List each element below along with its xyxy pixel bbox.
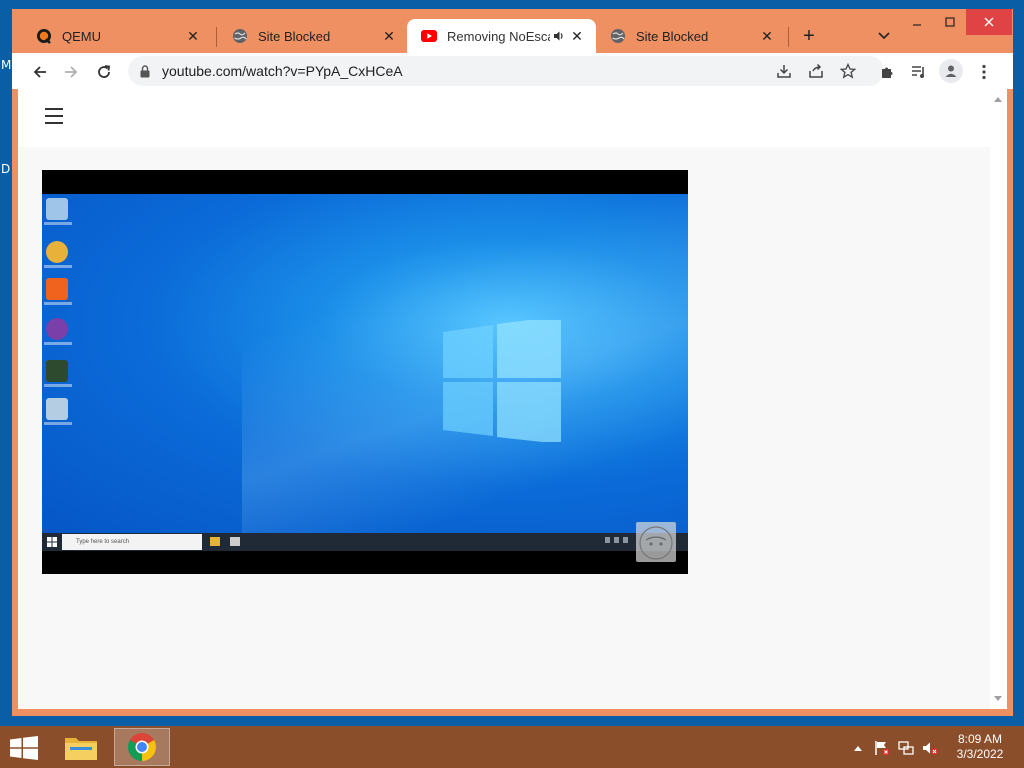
tab-search-button[interactable] — [874, 26, 894, 46]
close-icon[interactable]: ✕ — [568, 27, 586, 45]
youtube-header — [18, 89, 990, 147]
folder-icon — [210, 537, 220, 546]
close-icon[interactable]: ✕ — [758, 27, 776, 45]
page-content: Type here to search — [18, 89, 990, 709]
minimize-button[interactable] — [900, 9, 933, 35]
store-icon — [230, 537, 240, 546]
hamburger-menu-icon[interactable] — [45, 108, 63, 124]
media-control-icon[interactable] — [905, 58, 933, 86]
clock-time: 8:09 AM — [957, 732, 1003, 746]
share-icon[interactable] — [803, 58, 829, 84]
video-tray — [605, 537, 635, 546]
chrome-taskbar-icon[interactable] — [114, 728, 170, 766]
show-hidden-icons-icon[interactable] — [850, 740, 866, 756]
system-clock[interactable]: 8:09 AM 3/3/2022 — [946, 732, 1014, 762]
brave-icon — [46, 278, 68, 300]
close-icon[interactable]: ✕ — [380, 27, 398, 45]
browser-toolbar: youtube.com/watch?v=PYpA_CxHCeA — [12, 53, 1013, 89]
speaker-icon[interactable] — [550, 27, 568, 45]
channel-watermark[interactable] — [636, 522, 676, 562]
forward-button[interactable] — [57, 58, 85, 86]
windows-logo-icon — [443, 320, 561, 442]
file-explorer-icon[interactable] — [53, 728, 109, 766]
start-icon — [47, 537, 57, 547]
tab-site-blocked[interactable]: Site Blocked ✕ — [218, 19, 408, 53]
window-close-button[interactable] — [966, 9, 1012, 35]
qemu-icon — [36, 28, 52, 44]
tab-separator — [788, 27, 789, 47]
desktop-icon-label: M — [1, 58, 12, 72]
bookmark-star-icon[interactable] — [835, 58, 861, 84]
profile-avatar-icon[interactable] — [939, 59, 963, 83]
video-player[interactable]: Type here to search — [42, 170, 688, 574]
clock-date: 3/3/2022 — [956, 747, 1004, 761]
github-icon — [46, 318, 68, 340]
maximize-button[interactable] — [933, 9, 966, 35]
windows-taskbar: 8:09 AM 3/3/2022 — [0, 726, 1024, 768]
terminal-icon — [46, 360, 68, 382]
close-icon[interactable]: ✕ — [184, 27, 202, 45]
tab-title: Site Blocked — [636, 28, 709, 44]
network-status-icon[interactable] — [898, 740, 914, 756]
video-frame-desktop — [42, 194, 688, 534]
scroll-up-arrow[interactable] — [994, 97, 1002, 102]
globe-icon — [610, 28, 626, 44]
back-button[interactable] — [26, 58, 54, 86]
lock-icon[interactable] — [138, 63, 152, 79]
tab-title: QEMU — [62, 28, 101, 44]
menu-kebab-icon[interactable] — [970, 58, 998, 86]
globe-icon — [232, 28, 248, 44]
desktop-icon-label: D — [1, 162, 11, 176]
tab-qemu[interactable]: QEMU ✕ — [22, 19, 212, 53]
page-scrollbar[interactable] — [990, 89, 1007, 709]
youtube-icon — [421, 28, 437, 44]
install-app-icon[interactable] — [771, 58, 797, 84]
tab-title: Site Blocked — [258, 28, 331, 44]
windows-start-icon[interactable] — [10, 736, 38, 760]
browser-window: QEMU ✕ Site Blocked ✕ Removing NoEscape … — [12, 9, 1013, 716]
tab-strip: QEMU ✕ Site Blocked ✕ Removing NoEscape … — [12, 9, 1013, 53]
tab-separator — [216, 27, 217, 47]
video-frame-taskbar: Type here to search — [42, 533, 688, 551]
new-tab-button[interactable]: + — [797, 24, 821, 48]
tab-youtube[interactable]: Removing NoEscape ✕ — [407, 19, 596, 53]
video-search-box: Type here to search — [62, 534, 202, 550]
reload-button[interactable] — [90, 58, 118, 86]
tab-title: Removing NoEscape — [447, 28, 550, 44]
recycle-bin-icon — [46, 198, 68, 220]
scroll-down-arrow[interactable] — [994, 696, 1002, 701]
volume-muted-icon[interactable] — [922, 740, 938, 756]
extensions-icon[interactable] — [873, 58, 901, 86]
action-center-flag-icon[interactable] — [874, 740, 890, 756]
app-icon — [46, 241, 68, 263]
network-icon — [46, 398, 68, 420]
tab-site-blocked[interactable]: Site Blocked ✕ — [596, 19, 786, 53]
